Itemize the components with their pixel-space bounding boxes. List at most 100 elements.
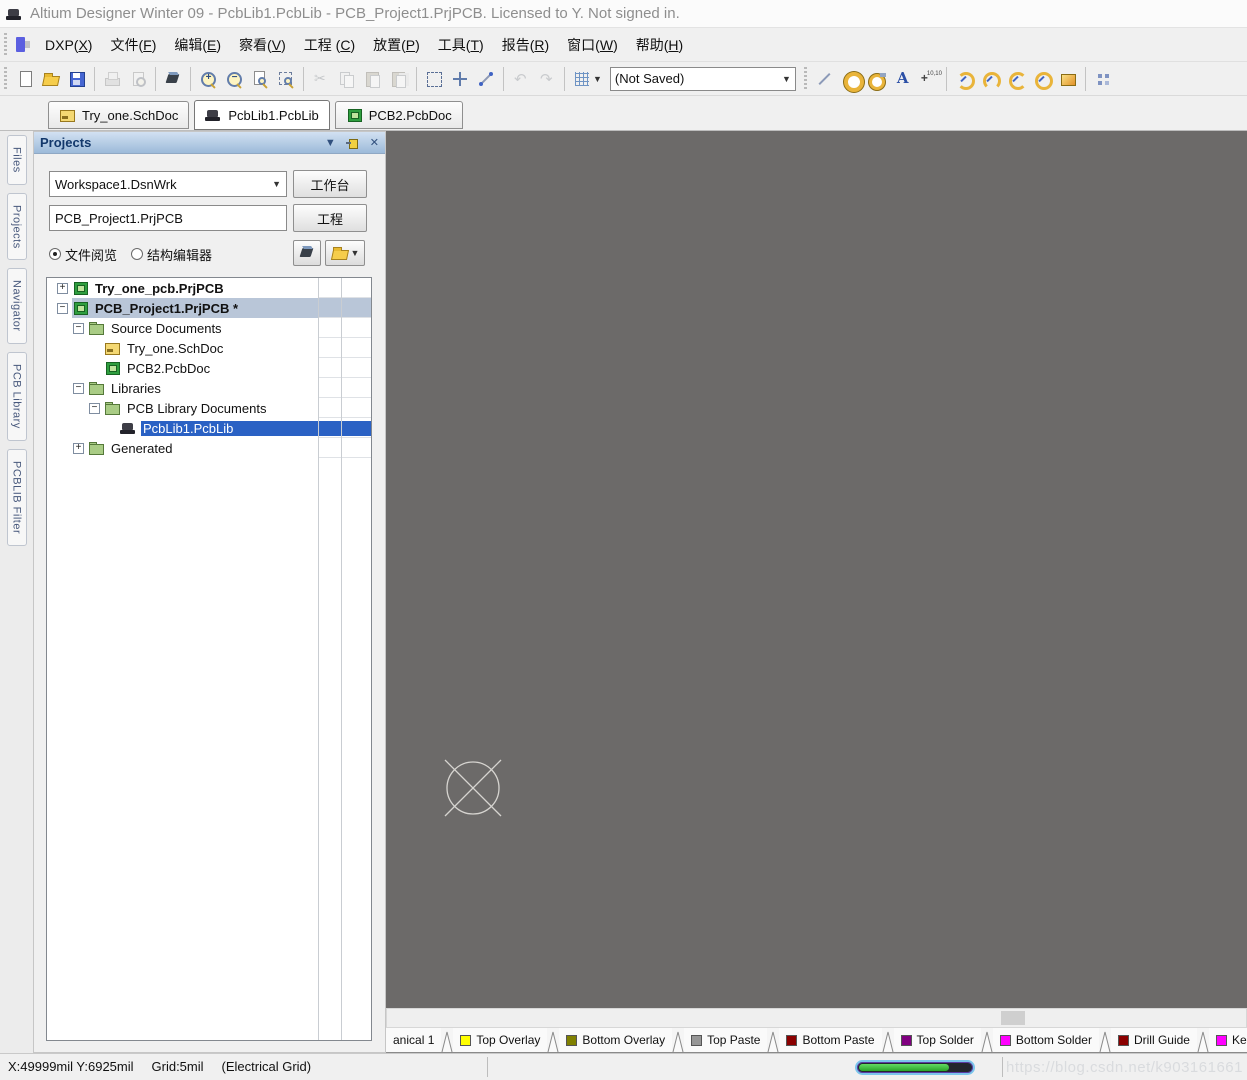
save-document-button[interactable]: [64, 66, 90, 92]
tree-row-pcb-library-documents[interactable]: −PCB Library Documents: [47, 398, 371, 418]
panel-title: Projects: [40, 135, 315, 150]
layer-tab-bottom-solder[interactable]: Bottom Solder: [993, 1028, 1099, 1052]
zoom-area-button[interactable]: [273, 66, 299, 92]
paste-array-button[interactable]: [1090, 66, 1116, 92]
view-3d-icon: [298, 244, 316, 262]
layer-tab-top-overlay[interactable]: Top Overlay: [453, 1028, 547, 1052]
layer-tab-label: Top Paste: [707, 1033, 760, 1047]
menu-item-t[interactable]: 工具(T): [429, 31, 493, 59]
open-document-button[interactable]: [38, 66, 64, 92]
layer-tab-bottom-paste[interactable]: Bottom Paste: [779, 1028, 881, 1052]
tree-row-source-documents[interactable]: −Source Documents: [47, 318, 371, 338]
layer-tab-drill-guide[interactable]: Drill Guide: [1111, 1028, 1197, 1052]
arc-edge-button[interactable]: [977, 66, 1003, 92]
panel-close-icon[interactable]: ✕: [370, 136, 379, 149]
radio-file-view[interactable]: 文件阅览: [49, 245, 117, 264]
sidebar-tab-navigator[interactable]: Navigator: [7, 268, 27, 344]
scrollbar-thumb[interactable]: [1001, 1011, 1025, 1025]
layer-tab-keep-out[interactable]: Keep-Out: [1209, 1028, 1247, 1052]
menu-item-e[interactable]: 编辑(E): [165, 31, 230, 59]
menu-item-w[interactable]: 窗口(W): [558, 31, 627, 59]
status-divider: [487, 1057, 488, 1077]
menu-item-c[interactable]: 工程 (C): [295, 31, 364, 59]
tree-row-pcb-project1-prjpcb-[interactable]: −PCB_Project1.PrjPCB *: [47, 298, 371, 318]
chevron-down-icon[interactable]: ▼: [593, 74, 602, 84]
menu-item-v[interactable]: 察看(V): [230, 31, 295, 59]
app-icon: [6, 7, 23, 21]
collapse-icon[interactable]: −: [73, 383, 84, 394]
select-area-button[interactable]: [421, 66, 447, 92]
panel-pin-icon[interactable]: [346, 138, 360, 148]
select-area-icon: [425, 70, 443, 88]
tree-row-try-one-schdoc[interactable]: Try_one.SchDoc: [47, 338, 371, 358]
arc-center-button[interactable]: [951, 66, 977, 92]
panel-3d-view-button[interactable]: [293, 240, 321, 266]
move-selection-button[interactable]: [447, 66, 473, 92]
collapse-icon[interactable]: −: [89, 403, 100, 414]
layer-tab-bottom-overlay[interactable]: Bottom Overlay: [559, 1028, 672, 1052]
sidebar-tab-files[interactable]: Files: [7, 135, 27, 185]
place-via-button[interactable]: [864, 66, 890, 92]
clear-selections-button[interactable]: [473, 66, 499, 92]
view-3d-button[interactable]: [160, 66, 186, 92]
open-document-icon: [42, 70, 60, 88]
collapse-icon[interactable]: −: [73, 323, 84, 334]
tree-row-pcb2-pcbdoc[interactable]: PCB2.PcbDoc: [47, 358, 371, 378]
layer-color-swatch: [901, 1035, 912, 1046]
tree-row-pcblib1-pcblib[interactable]: PcbLib1.PcbLib: [47, 418, 371, 438]
menu-item-dxp[interactable]: DXP(X): [36, 33, 101, 57]
place-fill-button[interactable]: [1055, 66, 1081, 92]
menu-item-r[interactable]: 报告(R): [493, 31, 558, 59]
project-button[interactable]: 工程: [293, 204, 367, 232]
pcb-editor-canvas[interactable]: [386, 131, 1247, 1008]
layer-tab-separator: [441, 1028, 453, 1052]
cut-icon: [312, 70, 330, 88]
layer-tab-anical-1[interactable]: anical 1: [386, 1028, 441, 1052]
canvas-horizontal-scrollbar[interactable]: [386, 1008, 1247, 1028]
arc-any-angle-button[interactable]: [1003, 66, 1029, 92]
zoom-document-button[interactable]: [247, 66, 273, 92]
menu-item-h[interactable]: 帮助(H): [627, 31, 692, 59]
full-circle-button[interactable]: [1029, 66, 1055, 92]
sidebar-tab-projects[interactable]: Projects: [7, 193, 27, 261]
zoom-out-button[interactable]: [221, 66, 247, 92]
menu-item-f[interactable]: 文件(F): [101, 31, 165, 59]
document-tab-pcb2-pcbdoc[interactable]: PCB2.PcbDoc: [335, 101, 463, 129]
zoom-in-button[interactable]: [195, 66, 221, 92]
layer-color-swatch: [691, 1035, 702, 1046]
menu-grip[interactable]: [3, 33, 9, 57]
place-pad-button[interactable]: [838, 66, 864, 92]
snap-grid-button[interactable]: [569, 66, 595, 92]
project-tree: +Try_one_pcb.PrjPCB−PCB_Project1.PrjPCB …: [46, 277, 372, 1041]
place-line-button[interactable]: [812, 66, 838, 92]
grid-preset-combobox[interactable]: (Not Saved)▼: [610, 67, 796, 91]
sidebar-tab-pcb-library[interactable]: PCB Library: [7, 352, 27, 441]
tree-row-try-one-pcb-prjpcb[interactable]: +Try_one_pcb.PrjPCB: [47, 278, 371, 298]
tree-row-libraries[interactable]: −Libraries: [47, 378, 371, 398]
expand-icon[interactable]: +: [57, 283, 68, 294]
document-tab-pcblib1-pcblib[interactable]: PcbLib1.PcbLib: [194, 100, 329, 130]
workspace-combobox[interactable]: Workspace1.DsnWrk ▼: [49, 171, 287, 197]
workspace-button[interactable]: 工作台: [293, 170, 367, 198]
sidebar-tab-pcblib-filter[interactable]: PCBLIB Filter: [7, 449, 27, 546]
place-coordinate-button[interactable]: [916, 66, 942, 92]
expand-icon[interactable]: +: [73, 443, 84, 454]
panel-open-button[interactable]: ▼: [325, 240, 365, 266]
project-field[interactable]: PCB_Project1.PrjPCB: [49, 205, 287, 231]
document-tab-bar: Try_one.SchDocPcbLib1.PcbLibPCB2.PcbDoc: [0, 96, 1247, 131]
layer-tab-top-solder[interactable]: Top Solder: [894, 1028, 981, 1052]
layer-tab-top-paste[interactable]: Top Paste: [684, 1028, 767, 1052]
new-document-button[interactable]: [12, 66, 38, 92]
tree-row-generated[interactable]: +Generated: [47, 438, 371, 458]
radio-structure-editor[interactable]: 结构编辑器: [131, 245, 212, 264]
place-string-button[interactable]: [890, 66, 916, 92]
toolbar-grip[interactable]: [3, 67, 9, 91]
panel-menu-chevron-icon[interactable]: ▼: [325, 137, 336, 149]
toolbar-grip[interactable]: [803, 67, 809, 91]
document-tab-try-one-schdoc[interactable]: Try_one.SchDoc: [48, 101, 189, 129]
collapse-icon[interactable]: −: [57, 303, 68, 314]
menu-item-p[interactable]: 放置(P): [364, 31, 429, 59]
main-area: Files Projects Navigator PCB Library PCBLIB …: [0, 131, 1247, 1053]
place-coordinate-icon: [920, 70, 938, 88]
cursor-coordinates: X:49999mil Y:6925mil: [8, 1059, 134, 1074]
